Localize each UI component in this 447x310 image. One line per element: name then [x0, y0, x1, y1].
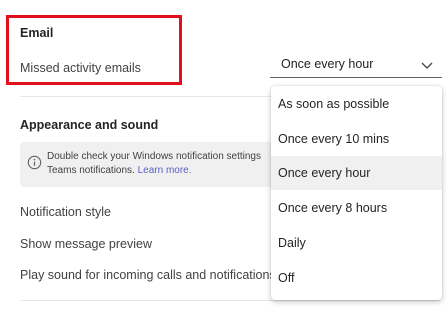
notification-info-banner: Double check your Windows notification s…	[20, 142, 280, 187]
banner-line-1: Double check your Windows notification s…	[47, 151, 261, 162]
missed-activity-select[interactable]: Once every hour	[270, 51, 442, 78]
notification-style-label: Notification style	[20, 205, 112, 219]
banner-line-2-prefix: Teams notifications.	[47, 165, 135, 176]
banner-text: Double check your Windows notification s…	[47, 150, 287, 178]
dropdown-option[interactable]: Off	[271, 261, 442, 295]
select-current-value: Once every hour	[281, 57, 374, 71]
highlight-annotation-box	[6, 15, 182, 85]
play-sound-label: Play sound for incoming calls and notifi…	[20, 268, 276, 282]
dropdown-option[interactable]: As soon as possible	[271, 87, 442, 121]
email-frequency-dropdown: As soon as possible Once every 10 mins O…	[271, 86, 442, 300]
dropdown-option[interactable]: Once every 8 hours	[271, 191, 442, 225]
section-divider-bottom	[20, 300, 440, 301]
section-divider	[20, 96, 271, 97]
dropdown-option[interactable]: Once every 10 mins	[271, 122, 442, 156]
dropdown-option[interactable]: Daily	[271, 226, 442, 260]
info-icon	[27, 155, 42, 170]
learn-more-link[interactable]: Learn more.	[138, 165, 192, 176]
dropdown-option-selected[interactable]: Once every hour	[271, 156, 442, 190]
chevron-down-icon	[421, 62, 433, 69]
show-message-preview-label: Show message preview	[20, 237, 153, 251]
banner-line-2: Teams notifications. Learn more.	[47, 164, 287, 178]
appearance-heading: Appearance and sound	[20, 118, 159, 132]
